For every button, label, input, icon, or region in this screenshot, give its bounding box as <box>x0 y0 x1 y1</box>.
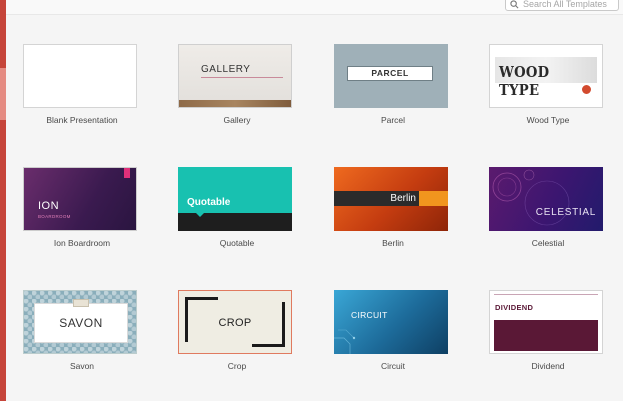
template-ion-boardroom[interactable]: ION BOARDROOM Ion Boardroom <box>4 167 160 273</box>
thumbnail-block <box>494 320 598 351</box>
thumbnail-title: GALLERY <box>201 64 251 75</box>
thumbnail-circuit-lines <box>334 329 356 354</box>
template-label: Berlin <box>382 238 404 248</box>
template-parcel[interactable]: PARCEL Parcel <box>315 44 471 150</box>
template-circuit[interactable]: CIRCUIT Circuit <box>315 290 471 396</box>
template-gallery[interactable]: GALLERY Gallery <box>159 44 315 150</box>
template-thumbnail[interactable]: Quotable <box>178 167 292 231</box>
search-input[interactable] <box>523 0 617 10</box>
template-label: Blank Presentation <box>46 115 118 125</box>
template-label: Circuit <box>380 361 406 371</box>
template-label: Dividend <box>531 361 565 371</box>
template-header-bar <box>6 0 623 15</box>
thumbnail-title: PARCEL <box>347 66 433 81</box>
template-label: Ion Boardroom <box>53 238 111 248</box>
thumbnail-orbits <box>492 169 570 226</box>
template-thumbnail[interactable]: WOOD TYPE <box>489 44 603 108</box>
thumbnail-title: CELESTIAL <box>535 207 596 218</box>
template-label: Quotable <box>219 238 255 248</box>
thumbnail-title: SAVON <box>59 316 103 330</box>
template-celestial[interactable]: CELESTIAL Celestial <box>470 167 623 273</box>
template-thumbnail[interactable]: CIRCUIT <box>334 290 448 354</box>
template-label: Celestial <box>531 238 565 248</box>
search-field[interactable] <box>505 0 619 11</box>
template-label: Crop <box>227 361 247 371</box>
thumbnail-title: Berlin <box>390 193 416 204</box>
thumbnail-title: WOOD TYPE <box>499 63 550 99</box>
thumbnail-title: DIVIDEND <box>495 303 534 312</box>
thumbnail-accent <box>419 191 448 206</box>
template-berlin[interactable]: Berlin Berlin <box>315 167 471 273</box>
search-icon <box>510 0 519 9</box>
template-crop[interactable]: CROP Crop <box>159 290 315 396</box>
template-thumbnail[interactable]: ION BOARDROOM <box>23 167 137 231</box>
thumbnail-title: Quotable <box>187 197 231 208</box>
template-savon[interactable]: SAVON Savon <box>4 290 160 396</box>
template-thumbnail[interactable]: SAVON <box>23 290 137 354</box>
template-dividend[interactable]: DIVIDEND Dividend <box>470 290 623 396</box>
template-blank-presentation[interactable]: Blank Presentation <box>4 44 160 150</box>
thumbnail-title: CROP <box>218 317 252 329</box>
thumbnail-notch <box>196 213 204 217</box>
template-wood-type[interactable]: WOOD TYPE Wood Type <box>470 44 623 150</box>
thumbnail-dot <box>581 84 592 95</box>
template-label: Parcel <box>380 115 406 125</box>
thumbnail-tag <box>124 168 130 178</box>
thumbnail-title: ION <box>38 200 60 212</box>
template-label: Wood Type <box>526 115 570 125</box>
thumbnail-rule <box>494 294 598 295</box>
template-label: Gallery <box>223 115 251 125</box>
thumbnail-floor <box>179 100 291 107</box>
template-thumbnail[interactable]: CELESTIAL <box>489 167 603 231</box>
thumbnail-subtitle: BOARDROOM <box>38 214 71 219</box>
thumbnail-title: CIRCUIT <box>351 310 388 320</box>
template-thumbnail-selected[interactable]: CROP <box>178 290 292 354</box>
thumbnail-rule <box>201 77 283 78</box>
template-label: Savon <box>69 361 95 371</box>
template-thumbnail[interactable]: DIVIDEND <box>489 290 603 354</box>
template-thumbnail[interactable]: GALLERY <box>178 44 292 108</box>
template-quotable[interactable]: Quotable Quotable <box>159 167 315 273</box>
template-thumbnail[interactable] <box>23 44 137 108</box>
template-thumbnail[interactable]: Berlin <box>334 167 448 231</box>
template-thumbnail[interactable]: PARCEL <box>334 44 448 108</box>
